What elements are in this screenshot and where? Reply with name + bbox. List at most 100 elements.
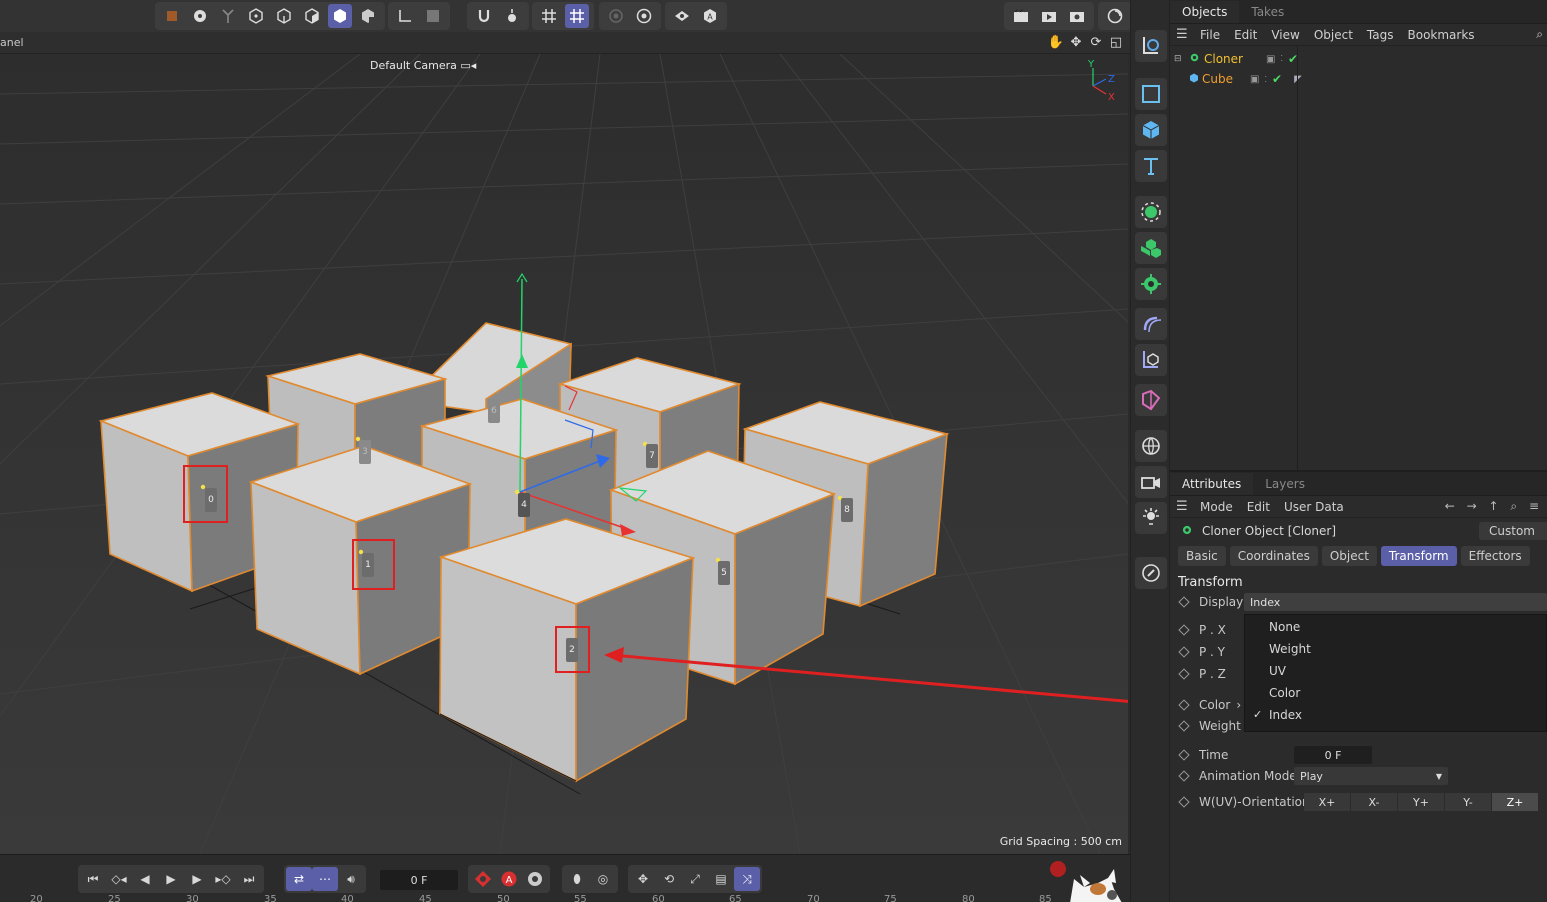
cube-primitive-icon[interactable]: [1135, 114, 1167, 146]
render-picture-viewer-icon[interactable]: [1037, 4, 1061, 28]
keyframe-diamond-icon[interactable]: [1178, 749, 1190, 761]
hamburger-menu-icon[interactable]: ☰: [1176, 27, 1190, 42]
tab-layers[interactable]: Layers: [1253, 473, 1317, 495]
object-name[interactable]: Cube: [1202, 72, 1238, 86]
menu-bookmarks[interactable]: Bookmarks: [1408, 28, 1475, 42]
dropdown-option-color[interactable]: Color: [1269, 686, 1300, 700]
search-icon[interactable]: ⌕: [1536, 27, 1543, 42]
orientation-x-minus-button[interactable]: X-: [1351, 793, 1397, 811]
dropdown-option-none[interactable]: None: [1269, 620, 1300, 634]
custom-mode-button[interactable]: Custom: [1479, 522, 1547, 540]
object-row-cloner[interactable]: ⊟ Cloner ▣ ⁚ ✔: [1170, 49, 1547, 69]
grid-snap-icon[interactable]: [565, 4, 589, 28]
render-settings-icon[interactable]: [1065, 4, 1089, 28]
maximize-view-icon[interactable]: ◱: [1108, 34, 1124, 50]
visibility-dots-icon[interactable]: ⁚: [1264, 75, 1267, 84]
menu-object[interactable]: Object: [1314, 28, 1353, 42]
orientation-x-plus-button[interactable]: X+: [1304, 793, 1350, 811]
camera-object-icon[interactable]: [1135, 466, 1167, 498]
workplane-icon[interactable]: [421, 4, 445, 28]
keyframe-diamond-icon[interactable]: [1178, 596, 1190, 608]
move-arrows-icon[interactable]: ✥: [1068, 34, 1084, 50]
axis-mode-icon[interactable]: [393, 4, 417, 28]
orientation-y-minus-button[interactable]: Y-: [1445, 793, 1491, 811]
tab-takes[interactable]: Takes: [1239, 1, 1296, 23]
polygon-mode-icon[interactable]: [300, 4, 324, 28]
object-row-cube[interactable]: Cube ▣ ⁚ ✔ ◤: [1170, 69, 1547, 89]
autokey-icon[interactable]: A: [496, 867, 522, 891]
snap-settings-icon[interactable]: [500, 4, 524, 28]
keyframe-diamond-icon[interactable]: [1178, 624, 1190, 636]
pan-hand-icon[interactable]: ✋: [1048, 34, 1064, 50]
next-frame-icon[interactable]: ▶: [184, 867, 210, 891]
keyframe-diamond-icon[interactable]: [1178, 770, 1190, 782]
key-scale-icon[interactable]: ⤢: [682, 867, 708, 891]
keyframe-diamond-icon[interactable]: [1178, 796, 1190, 808]
preview-range-icon[interactable]: ⋯: [312, 867, 338, 891]
key-position-icon[interactable]: ✥: [630, 867, 656, 891]
sound-icon[interactable]: 🔊︎: [338, 867, 364, 891]
menu-tags[interactable]: Tags: [1367, 28, 1394, 42]
3d-viewport[interactable]: Y Z X 0 1 2 3 4 5 6 7 8 Default Camera ▭…: [0, 54, 1128, 854]
collapse-toggle-icon[interactable]: ⊟: [1174, 54, 1184, 64]
light-object-icon[interactable]: [1135, 502, 1167, 534]
live-selection-icon[interactable]: [160, 4, 184, 28]
deformer-bend-icon[interactable]: [1135, 308, 1167, 340]
target-icon[interactable]: [604, 4, 628, 28]
layout-swirl-icon[interactable]: [1103, 4, 1127, 28]
grid-icon[interactable]: [537, 4, 561, 28]
menu-view[interactable]: View: [1271, 28, 1299, 42]
tab-basic[interactable]: Basic: [1178, 546, 1226, 566]
key-pla-icon[interactable]: ⤨: [734, 867, 760, 891]
magnet-icon[interactable]: [472, 4, 496, 28]
tab-effectors[interactable]: Effectors: [1460, 546, 1530, 566]
orientation-y-plus-button[interactable]: Y+: [1398, 793, 1444, 811]
objects-column-divider[interactable]: [1297, 46, 1298, 470]
keyframe-diamond-icon[interactable]: [1178, 668, 1190, 680]
play-icon[interactable]: ▶: [158, 867, 184, 891]
menu-edit[interactable]: Edit: [1234, 28, 1257, 42]
model-mode-icon[interactable]: [328, 4, 352, 28]
go-to-end-icon[interactable]: ⏭: [236, 867, 262, 891]
subdivision-generator-icon[interactable]: [1135, 196, 1167, 228]
previous-key-icon[interactable]: ◇◂: [106, 867, 132, 891]
settings-circle-icon[interactable]: [632, 4, 656, 28]
key-rotation-icon[interactable]: ⟲: [656, 867, 682, 891]
a-badge-icon[interactable]: A: [698, 4, 722, 28]
camera-label[interactable]: Default Camera ▭◂: [370, 59, 476, 72]
next-key-icon[interactable]: ▸◇: [210, 867, 236, 891]
time-field[interactable]: 0 F: [1294, 746, 1372, 764]
animation-mode-dropdown[interactable]: Play ▼: [1294, 767, 1448, 785]
keyframe-diamond-icon[interactable]: [1178, 646, 1190, 658]
keyframe-diamond-icon[interactable]: [1178, 720, 1190, 732]
field-object-icon[interactable]: [1135, 344, 1167, 376]
tab-attributes[interactable]: Attributes: [1170, 473, 1254, 495]
current-frame-field[interactable]: 0 F: [380, 870, 458, 890]
dropdown-option-uv[interactable]: UV: [1269, 664, 1286, 678]
visibility-dots-icon[interactable]: ⁚: [1280, 55, 1283, 63]
uv-mode-icon[interactable]: [356, 4, 380, 28]
branch-icon[interactable]: [216, 4, 240, 28]
menu-user-data[interactable]: User Data: [1284, 500, 1344, 514]
menu-edit[interactable]: Edit: [1247, 500, 1270, 514]
environment-sky-icon[interactable]: [1135, 430, 1167, 462]
keyframe-lock-icon[interactable]: ⬮: [564, 867, 590, 891]
tab-objects[interactable]: Objects: [1170, 1, 1240, 23]
tab-object[interactable]: Object: [1321, 546, 1377, 566]
point-mode-icon[interactable]: [244, 4, 268, 28]
key-mode-icon[interactable]: ◎: [590, 867, 616, 891]
viewport-panel-label[interactable]: anel: [0, 36, 24, 49]
mograph-fracture-icon[interactable]: [1135, 232, 1167, 264]
recent-tools-icon[interactable]: [1135, 30, 1167, 62]
render-view-icon[interactable]: [1009, 4, 1033, 28]
sketch-tool-icon[interactable]: [1135, 557, 1167, 589]
cloner-icon[interactable]: [1135, 268, 1167, 300]
object-name[interactable]: Cloner: [1204, 52, 1254, 66]
enabled-check-icon[interactable]: ✔: [1272, 72, 1282, 86]
edit-toggle-icon[interactable]: ▣: [1266, 54, 1275, 65]
key-parameter-icon[interactable]: ▤: [708, 867, 734, 891]
tab-transform[interactable]: Transform: [1380, 546, 1457, 566]
dropdown-option-index[interactable]: Index: [1269, 708, 1302, 722]
previous-frame-icon[interactable]: ◀: [132, 867, 158, 891]
record-keys-icon[interactable]: [470, 867, 496, 891]
